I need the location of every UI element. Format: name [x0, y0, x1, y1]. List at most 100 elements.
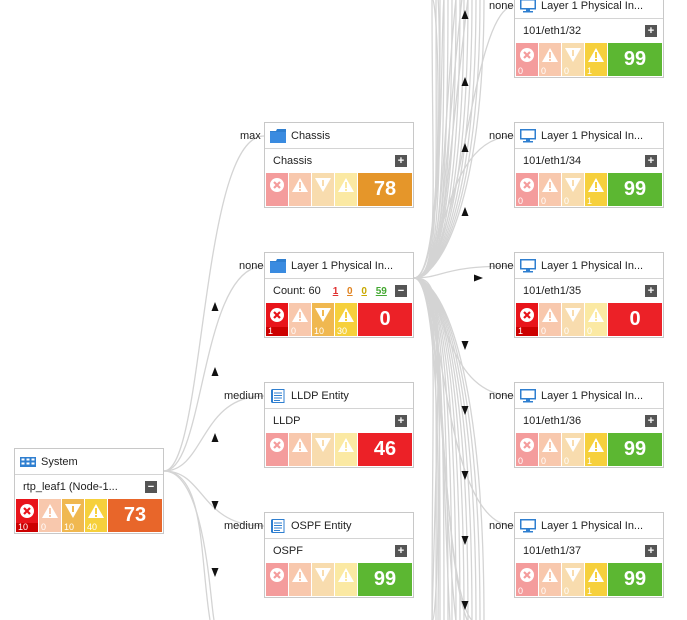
- severity-critical[interactable]: 1: [516, 303, 538, 336]
- expand-toggle[interactable]: +: [645, 415, 657, 427]
- node-system[interactable]: System rtp_leaf1 (Node-1... − 10 0 10 40…: [14, 448, 164, 534]
- node-header[interactable]: Layer 1 Physical In...: [515, 383, 663, 409]
- severity-critical[interactable]: 0: [516, 563, 538, 596]
- severity-major[interactable]: [289, 173, 311, 206]
- expand-toggle[interactable]: +: [395, 545, 407, 557]
- severity-critical[interactable]: [266, 433, 288, 466]
- count-major-link[interactable]: 0: [347, 286, 353, 297]
- severity-warning[interactable]: [335, 433, 357, 466]
- node-ospf-entity[interactable]: OSPF Entity OSPF + 99: [264, 512, 414, 598]
- expand-toggle[interactable]: +: [645, 285, 657, 297]
- node-subtitle-row: 101/eth1/34 +: [515, 149, 663, 173]
- severity-minor[interactable]: 0: [562, 563, 584, 596]
- health-score[interactable]: 46: [358, 433, 412, 466]
- severity-critical[interactable]: 10: [16, 499, 38, 532]
- health-score[interactable]: 99: [358, 563, 412, 596]
- severity-major[interactable]: 0: [539, 433, 561, 466]
- severity-major[interactable]: 0: [39, 499, 61, 532]
- minor-icon: [315, 438, 331, 452]
- health-score[interactable]: 73: [108, 499, 162, 532]
- severity-warning[interactable]: [335, 563, 357, 596]
- node-port-eth1-35[interactable]: Layer 1 Physical In... 101/eth1/35 + 1 0…: [514, 252, 664, 338]
- severity-warning[interactable]: 1: [585, 433, 607, 466]
- node-port-eth1-34[interactable]: Layer 1 Physical In... 101/eth1/34 + 0 0…: [514, 122, 664, 208]
- severity-minor[interactable]: 10: [62, 499, 84, 532]
- severity-minor[interactable]: 0: [562, 173, 584, 206]
- count-warning-link[interactable]: 59: [376, 286, 387, 297]
- severity-minor[interactable]: [312, 563, 334, 596]
- severity-critical-count: 0: [516, 197, 538, 206]
- node-header[interactable]: OSPF Entity: [265, 513, 413, 539]
- severity-critical[interactable]: 0: [516, 433, 538, 466]
- severity-major[interactable]: 0: [539, 563, 561, 596]
- severity-major[interactable]: [289, 433, 311, 466]
- severity-minor[interactable]: 0: [562, 43, 584, 76]
- node-header[interactable]: Chassis: [265, 123, 413, 149]
- severity-warning[interactable]: 1: [585, 563, 607, 596]
- node-port-eth1-36[interactable]: Layer 1 Physical In... 101/eth1/36 + 0 0…: [514, 382, 664, 468]
- severity-warning[interactable]: 1: [585, 43, 607, 76]
- health-score[interactable]: 0: [608, 303, 662, 336]
- expand-toggle[interactable]: +: [645, 155, 657, 167]
- node-header[interactable]: System: [15, 449, 163, 475]
- node-layer1-physical-interfaces[interactable]: Layer 1 Physical In... Count: 60 1 0 0 5…: [264, 252, 414, 338]
- expand-toggle[interactable]: +: [645, 545, 657, 557]
- node-header[interactable]: Layer 1 Physical In...: [515, 253, 663, 279]
- node-title: Layer 1 Physical In...: [541, 389, 644, 402]
- major-icon: [542, 438, 558, 452]
- expand-toggle[interactable]: +: [395, 155, 407, 167]
- severity-minor[interactable]: 10: [312, 303, 334, 336]
- count-minor-link[interactable]: 0: [361, 286, 367, 297]
- severity-minor-count: 0: [562, 587, 584, 596]
- node-header[interactable]: LLDP Entity: [265, 383, 413, 409]
- node-subtitle: 101/eth1/36: [523, 415, 582, 427]
- node-header[interactable]: Layer 1 Physical In...: [515, 123, 663, 149]
- severity-major[interactable]: [289, 563, 311, 596]
- health-score[interactable]: 0: [358, 303, 412, 336]
- health-score[interactable]: 99: [608, 173, 662, 206]
- node-subtitle-row: 101/eth1/37 +: [515, 539, 663, 563]
- edge-label-port-36: none: [489, 390, 514, 402]
- severity-critical[interactable]: [266, 173, 288, 206]
- severity-major[interactable]: 0: [539, 173, 561, 206]
- health-score[interactable]: 99: [608, 563, 662, 596]
- count-critical-link[interactable]: 1: [333, 286, 339, 297]
- node-header[interactable]: Layer 1 Physical In...: [265, 253, 413, 279]
- node-subtitle-row: 101/eth1/36 +: [515, 409, 663, 433]
- severity-minor[interactable]: 0: [562, 303, 584, 336]
- severity-major[interactable]: 0: [539, 303, 561, 336]
- node-title: Layer 1 Physical In...: [541, 519, 644, 532]
- health-score[interactable]: 99: [608, 43, 662, 76]
- severity-major-count: 0: [539, 327, 561, 336]
- severity-critical[interactable]: 1: [266, 303, 288, 336]
- health-score[interactable]: 99: [608, 433, 662, 466]
- severity-minor[interactable]: [312, 433, 334, 466]
- expand-toggle[interactable]: +: [395, 415, 407, 427]
- severity-warning-count: 30: [335, 327, 357, 336]
- severity-warning[interactable]: 30: [335, 303, 357, 336]
- severity-major[interactable]: 0: [539, 43, 561, 76]
- severity-warning[interactable]: [335, 173, 357, 206]
- health-score[interactable]: 78: [358, 173, 412, 206]
- severity-warning[interactable]: 0: [585, 303, 607, 336]
- node-port-eth1-37[interactable]: Layer 1 Physical In... 101/eth1/37 + 0 0…: [514, 512, 664, 598]
- severity-major[interactable]: 0: [289, 303, 311, 336]
- severity-major-count: [289, 197, 311, 206]
- severity-warning[interactable]: 40: [85, 499, 107, 532]
- node-header[interactable]: Layer 1 Physical In...: [515, 0, 663, 19]
- node-port-eth1-32[interactable]: Layer 1 Physical In... 101/eth1/32 + 0 0…: [514, 0, 664, 78]
- node-chassis[interactable]: Chassis Chassis + 78: [264, 122, 414, 208]
- severity-critical[interactable]: 0: [516, 173, 538, 206]
- edge-label-layer1: none: [239, 260, 264, 272]
- severity-critical[interactable]: 0: [516, 43, 538, 76]
- collapse-toggle[interactable]: −: [395, 285, 407, 297]
- collapse-toggle[interactable]: −: [145, 481, 157, 493]
- node-lldp-entity[interactable]: LLDP Entity LLDP + 46: [264, 382, 414, 468]
- edge-label-port-32: none: [489, 0, 514, 12]
- severity-critical[interactable]: [266, 563, 288, 596]
- severity-minor[interactable]: [312, 173, 334, 206]
- expand-toggle[interactable]: +: [645, 25, 657, 37]
- node-header[interactable]: Layer 1 Physical In...: [515, 513, 663, 539]
- severity-warning[interactable]: 1: [585, 173, 607, 206]
- severity-minor[interactable]: 0: [562, 433, 584, 466]
